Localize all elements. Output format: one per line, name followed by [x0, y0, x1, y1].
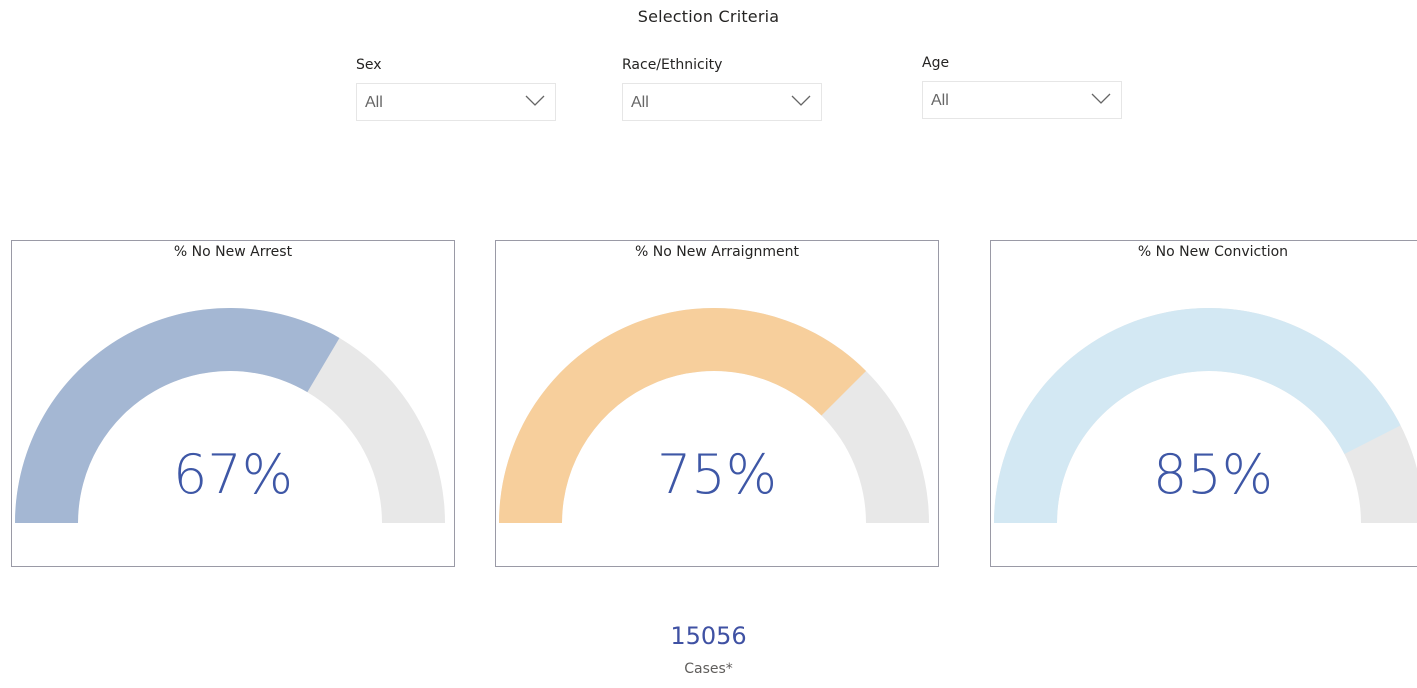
chevron-down-icon [1091, 93, 1111, 104]
gauge-value: 85% [1152, 443, 1274, 506]
gauge-card-no-new-arrest[interactable]: % No New Arrest 67% [11, 240, 455, 567]
dashboard-page: Selection Criteria Sex All Race/Ethnicit… [0, 0, 1417, 688]
cases-label: Cases* [684, 661, 733, 677]
race-ethnicity-dropdown[interactable]: All [622, 83, 822, 121]
chevron-down-icon [791, 95, 811, 106]
gauge-value: 67% [172, 443, 294, 506]
gauge-chart [994, 307, 1417, 523]
sex-dropdown-value: All [365, 94, 383, 111]
filter-race-ethnicity-label: Race/Ethnicity [622, 57, 723, 73]
filter-race-ethnicity: Race/Ethnicity All [622, 55, 822, 121]
gauge-chart [15, 308, 445, 523]
cases-count: 15056 [670, 622, 747, 650]
filter-sex: Sex All [356, 55, 556, 121]
selection-criteria-title: Selection Criteria [637, 7, 780, 26]
filter-age-label: Age [922, 55, 950, 71]
age-dropdown[interactable]: All [922, 81, 1122, 119]
gauge-card-no-new-conviction[interactable]: % No New Conviction 85% [990, 240, 1417, 567]
gauge-chart [499, 308, 929, 523]
gauge-card-no-new-arraignment[interactable]: % No New Arraignment 75% [495, 240, 939, 567]
sex-dropdown[interactable]: All [356, 83, 556, 121]
race-ethnicity-dropdown-value: All [631, 94, 649, 111]
age-dropdown-value: All [931, 92, 949, 109]
chevron-down-icon [525, 95, 545, 106]
filter-sex-label: Sex [356, 57, 382, 73]
gauge-value: 75% [656, 443, 778, 506]
filter-age: Age All [922, 53, 1122, 119]
